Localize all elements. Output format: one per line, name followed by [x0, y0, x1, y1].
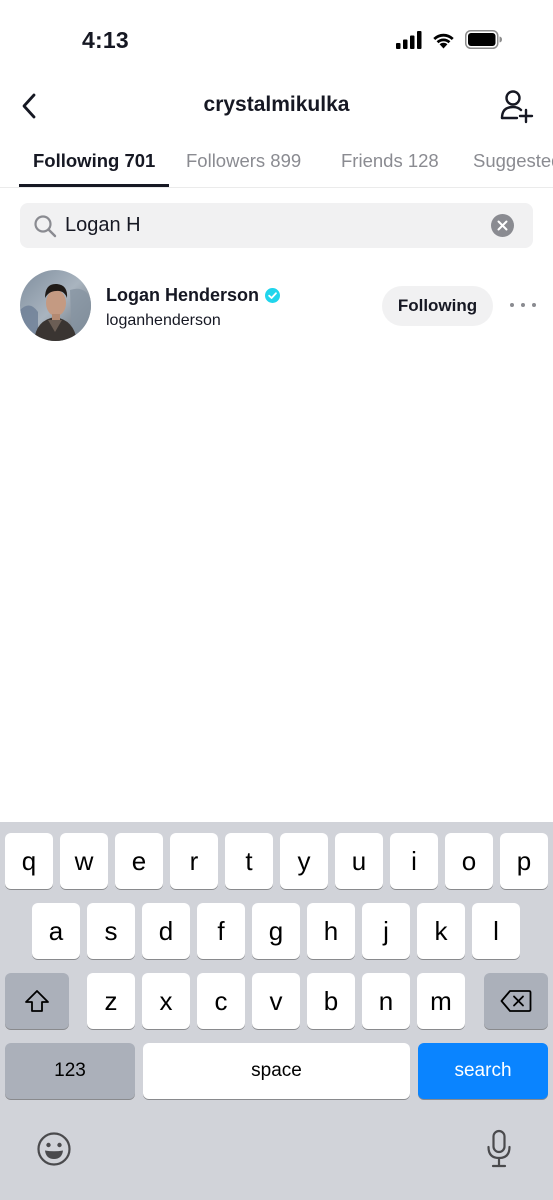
tab-following[interactable]: Following 701 — [33, 150, 155, 172]
key-p[interactable]: p — [500, 833, 548, 889]
tab-friends[interactable]: Friends 128 — [341, 150, 439, 172]
shift-key[interactable] — [5, 973, 69, 1029]
verified-badge-icon — [265, 288, 281, 303]
active-tab-indicator — [19, 184, 169, 187]
key-e[interactable]: e — [115, 833, 163, 889]
avatar[interactable] — [20, 270, 91, 341]
key-g[interactable]: g — [252, 903, 300, 959]
numbers-key[interactable]: 123 — [5, 1043, 135, 1099]
shift-icon — [25, 990, 49, 1012]
tab-followers[interactable]: Followers 899 — [186, 150, 301, 172]
key-t[interactable]: t — [225, 833, 273, 889]
key-a[interactable]: a — [32, 903, 80, 959]
key-d[interactable]: d — [142, 903, 190, 959]
backspace-key[interactable] — [484, 973, 548, 1029]
status-icons — [396, 30, 503, 49]
add-person-icon — [500, 90, 534, 124]
key-n[interactable]: n — [362, 973, 410, 1029]
tab-suggested[interactable]: Suggested — [473, 150, 553, 172]
wifi-icon — [433, 33, 454, 48]
search-input[interactable] — [65, 203, 485, 248]
avatar-photo — [20, 270, 91, 341]
key-q[interactable]: q — [5, 833, 53, 889]
microphone-icon[interactable] — [486, 1129, 512, 1169]
key-s[interactable]: s — [87, 903, 135, 959]
search-icon — [34, 215, 57, 238]
key-x[interactable]: x — [142, 973, 190, 1029]
dot — [510, 303, 514, 307]
key-b[interactable]: b — [307, 973, 355, 1029]
more-options-button[interactable] — [510, 295, 536, 315]
key-k[interactable]: k — [417, 903, 465, 959]
key-l[interactable]: l — [472, 903, 520, 959]
space-key[interactable]: space — [143, 1043, 410, 1099]
key-z[interactable]: z — [87, 973, 135, 1029]
following-button[interactable]: Following — [382, 286, 493, 326]
user-handle: loganhenderson — [106, 312, 221, 329]
user-name-line: Logan Henderson — [106, 285, 281, 306]
key-r[interactable]: r — [170, 833, 218, 889]
battery-icon — [465, 30, 502, 49]
status-bar: 4:13 — [0, 0, 553, 80]
search-bar — [20, 203, 533, 248]
key-y[interactable]: y — [280, 833, 328, 889]
clear-search-button[interactable] — [491, 214, 514, 237]
dot — [521, 303, 525, 307]
key-o[interactable]: o — [445, 833, 493, 889]
key-v[interactable]: v — [252, 973, 300, 1029]
on-screen-keyboard: q w e r t y u i o p a s d f g h j k l z … — [0, 822, 553, 1200]
list-item[interactable]: Logan Henderson loganhenderson Following — [0, 268, 553, 346]
emoji-icon[interactable] — [36, 1131, 72, 1167]
key-i[interactable]: i — [390, 833, 438, 889]
status-time: 4:13 — [82, 27, 129, 53]
key-f[interactable]: f — [197, 903, 245, 959]
key-m[interactable]: m — [417, 973, 465, 1029]
search-key[interactable]: search — [418, 1043, 548, 1099]
close-icon — [497, 220, 508, 231]
profile-header: crystalmikulka — [0, 80, 553, 132]
dot — [532, 303, 536, 307]
key-w[interactable]: w — [60, 833, 108, 889]
follow-tabs: Following 701 Followers 899 Friends 128 … — [0, 138, 553, 188]
cellular-signal-icon — [396, 30, 422, 49]
page-title: crystalmikulka — [203, 93, 350, 116]
key-h[interactable]: h — [307, 903, 355, 959]
key-u[interactable]: u — [335, 833, 383, 889]
user-display-name: Logan Henderson — [106, 285, 260, 305]
add-friend-button[interactable] — [499, 88, 535, 124]
backspace-icon — [500, 990, 532, 1012]
key-j[interactable]: j — [362, 903, 410, 959]
key-c[interactable]: c — [197, 973, 245, 1029]
